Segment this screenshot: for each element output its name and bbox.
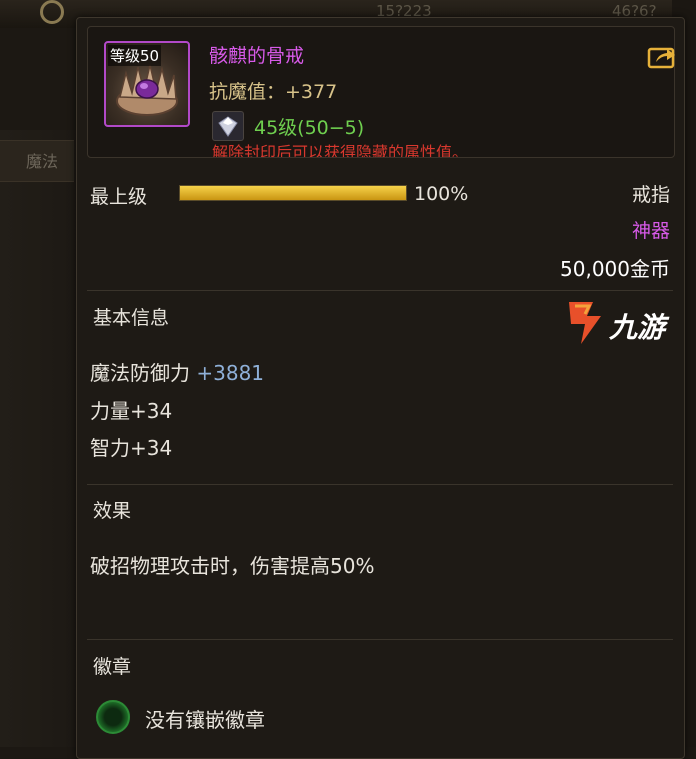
- rank-label: 最上级: [90, 186, 148, 208]
- stat-magic-defense: 魔法防御力 +3881: [90, 357, 264, 386]
- watermark-logo: 九游: [563, 296, 683, 348]
- stat-value: +3881: [196, 361, 265, 385]
- watermark-logo-icon: [569, 302, 601, 344]
- emblem-title: 徽章: [93, 656, 132, 678]
- item-header: 等级50 骸麒的骨戒 抗魔值：+377 45级(50−5) 解除封印后可以获得隐…: [87, 26, 675, 158]
- item-type: 戒指: [631, 184, 670, 206]
- item-main-stat: 抗魔值：+377: [209, 81, 338, 103]
- divider: [87, 639, 673, 640]
- bone-ring-icon: 等级50: [104, 41, 190, 127]
- stat-value: +34: [130, 436, 173, 460]
- item-tooltip: 等级50 骸麒的骨戒 抗魔值：+377 45级(50−5) 解除封印后可以获得隐…: [76, 17, 685, 759]
- rank-progress-bar: [179, 185, 407, 201]
- background-left-panel: [0, 130, 78, 747]
- stat-value: +34: [130, 399, 173, 423]
- stat-intelligence: 智力+34: [90, 432, 172, 461]
- emblem-status: 没有镶嵌徽章: [145, 708, 265, 732]
- currency-icon: [40, 0, 64, 24]
- item-price: 50,000金币: [560, 257, 670, 281]
- stat-strength: 力量+34: [90, 395, 172, 424]
- background-tab[interactable]: 魔法: [0, 140, 74, 182]
- item-rarity: 神器: [631, 220, 670, 242]
- stat-name: 力量: [90, 399, 130, 423]
- effect-title: 效果: [93, 500, 132, 522]
- watermark-text: 九游: [609, 311, 666, 344]
- empty-emblem-slot-icon[interactable]: [96, 700, 130, 734]
- rank-progress-text: 100%: [414, 183, 469, 205]
- item-level-badge: 等级50: [108, 45, 162, 66]
- rank-progress-fill: [180, 186, 406, 200]
- item-name: 骸麒的骨戒: [209, 45, 305, 67]
- stat-name: 魔法防御力: [90, 361, 190, 385]
- share-button[interactable]: [647, 45, 677, 69]
- stat-name: 智力: [90, 436, 130, 460]
- diamond-gem-icon: [212, 111, 244, 141]
- seal-hint: 解除封印后可以获得隐藏的属性值。: [212, 143, 469, 157]
- divider: [87, 290, 673, 291]
- effect-text: 破招物理攻击时，伤害提高50%: [90, 554, 375, 578]
- basic-info-title: 基本信息: [93, 307, 170, 329]
- share-icon: [647, 47, 675, 69]
- divider: [87, 484, 673, 485]
- gem-level: 45级(50−5): [254, 117, 365, 139]
